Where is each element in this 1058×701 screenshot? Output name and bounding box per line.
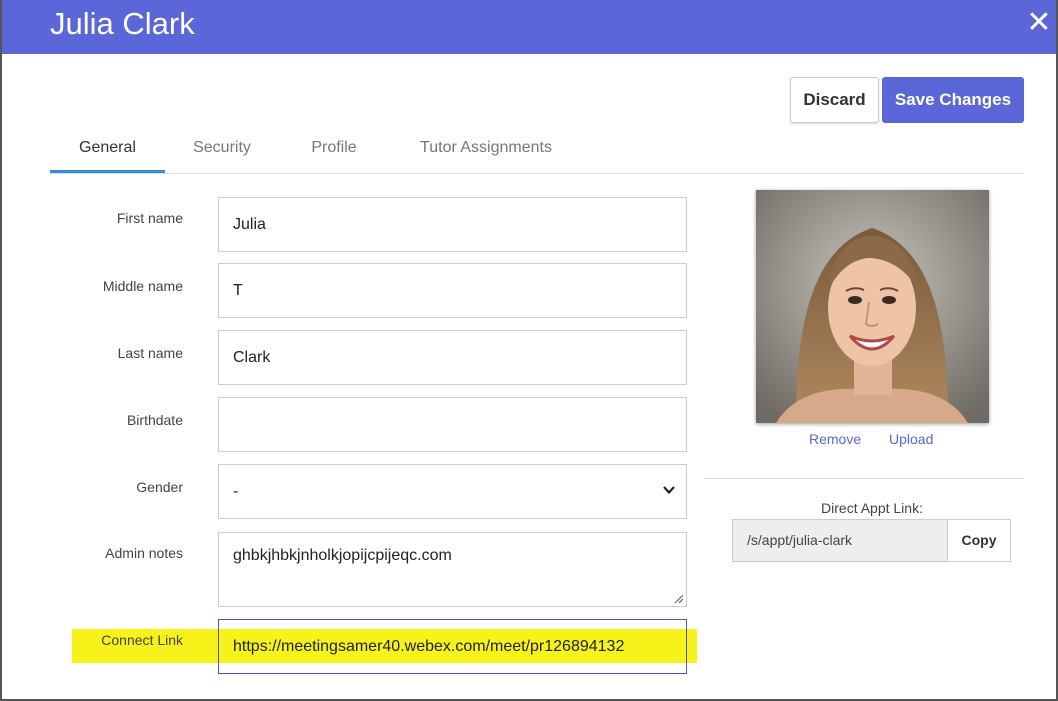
admin-notes-value: ghbkjhbkjnholkjopijcpijeqc.com	[233, 547, 452, 564]
connect-link-field[interactable]: https://meetingsamer40.webex.com/meet/pr…	[218, 619, 687, 674]
close-icon[interactable]: ✕	[1026, 8, 1052, 38]
first-name-field[interactable]: Julia	[218, 197, 687, 252]
last-name-label: Last name	[117, 345, 183, 361]
tab-security[interactable]: Security	[184, 130, 260, 173]
birthdate-field[interactable]	[218, 397, 687, 452]
direct-appt-link-label: Direct Appt Link:	[821, 500, 923, 516]
admin-notes-label: Admin notes	[105, 545, 183, 561]
gender-selected-value: -	[233, 483, 239, 500]
last-name-field[interactable]: Clark	[218, 330, 687, 385]
discard-button[interactable]: Discard	[790, 77, 879, 123]
avatar	[756, 190, 989, 423]
upload-photo-link[interactable]: Upload	[889, 431, 933, 447]
resize-grip-icon[interactable]	[674, 594, 684, 604]
modal-header: Julia Clark ✕	[2, 0, 1056, 54]
tab-general[interactable]: General	[50, 130, 165, 173]
remove-photo-link[interactable]: Remove	[809, 431, 861, 447]
tab-tutor-assignments[interactable]: Tutor Assignments	[410, 130, 562, 173]
divider	[704, 478, 1024, 479]
profile-photo	[756, 190, 989, 423]
chevron-down-icon	[663, 486, 675, 495]
middle-name-field[interactable]: T	[218, 263, 687, 318]
connect-link-label: Connect Link	[101, 632, 183, 648]
first-name-label: First name	[116, 210, 183, 226]
copy-button[interactable]: Copy	[947, 519, 1011, 562]
page-title: Julia Clark	[50, 6, 195, 41]
middle-name-label: Middle name	[102, 278, 183, 294]
tab-bar: General Security Profile Tutor Assignmen…	[50, 130, 1024, 174]
gender-label: Gender	[136, 479, 183, 495]
admin-notes-textarea[interactable]: ghbkjhbkjnholkjopijcpijeqc.com	[218, 532, 687, 607]
birthdate-label: Birthdate	[126, 412, 183, 428]
tab-profile[interactable]: Profile	[304, 130, 364, 173]
save-changes-button[interactable]: Save Changes	[882, 77, 1024, 123]
direct-appt-link-field[interactable]: /s/appt/julia-clark	[732, 519, 948, 562]
gender-select[interactable]: -	[218, 464, 687, 519]
